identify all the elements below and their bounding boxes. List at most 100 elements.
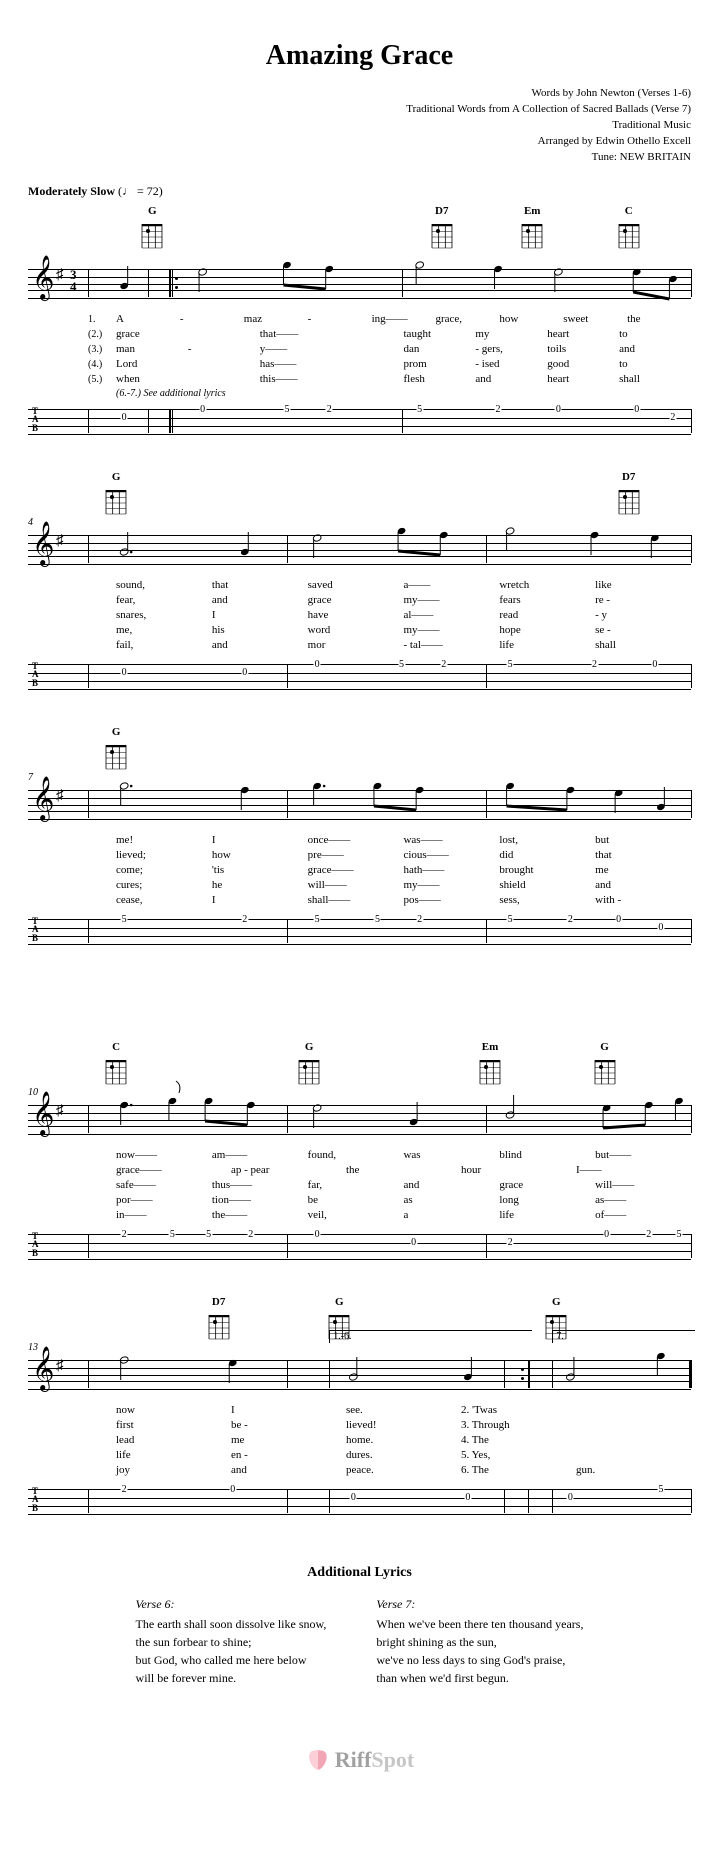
- lyric-line: fail,andmor- tal——lifeshall: [88, 639, 691, 654]
- lyric-syllable: fail,: [116, 639, 212, 651]
- lyric-line: grace——ap - pearthehourI——: [88, 1164, 691, 1179]
- lyric-syllable: come;: [116, 864, 212, 876]
- lyric-syllable: with -: [595, 894, 691, 906]
- lyric-line: lieved;howpre——cious——didthat: [88, 849, 691, 864]
- verse-number: (4.): [88, 359, 116, 370]
- lyric-syllable: and: [212, 594, 308, 606]
- chord-label: G: [112, 471, 121, 483]
- lyric-syllable: am——: [212, 1149, 308, 1161]
- tab-fret-number: 0: [121, 412, 128, 423]
- lyric-syllable: hath——: [403, 864, 499, 876]
- chord-row: G: [28, 726, 691, 774]
- tablature-staff: TAB005252002: [28, 401, 691, 445]
- chord-G: G: [297, 1041, 321, 1086]
- lyric-syllable: re -: [595, 594, 691, 606]
- lyric-syllable: will——: [595, 1179, 691, 1191]
- lyric-syllable: mor: [308, 639, 404, 651]
- lyric-syllable: the: [346, 1164, 461, 1176]
- key-signature: ♯: [56, 1103, 64, 1120]
- lyric-syllable: he: [212, 879, 308, 891]
- chord-label: D7: [622, 471, 635, 483]
- lyric-syllable: that: [595, 849, 691, 861]
- tab-fret-number: 5: [416, 404, 423, 415]
- lyric-syllable: of——: [595, 1209, 691, 1221]
- credit-line: Arranged by Edwin Othello Excell: [28, 134, 691, 150]
- tab-barline: [691, 664, 692, 688]
- lyric-syllable: I: [212, 834, 308, 846]
- tab-fret-number: 2: [669, 412, 676, 423]
- tab-fret-number: 0: [603, 1229, 610, 1240]
- additional-lyric-line: will be forever mine.: [136, 1669, 327, 1687]
- chord-diagram-icon: [207, 1311, 231, 1341]
- chord-label: G: [305, 1041, 314, 1053]
- lyric-syllable: [332, 328, 404, 340]
- footer-logo: RiffSpot: [28, 1747, 691, 1779]
- lyric-syllable: word: [308, 624, 404, 636]
- lyric-line: me!Ionce——was——lost,but: [88, 834, 691, 849]
- lyric-syllable: a: [403, 1209, 499, 1221]
- spacer: [28, 981, 691, 1041]
- tab-fret-number: 2: [241, 914, 248, 925]
- lyric-syllable: I: [231, 1404, 346, 1416]
- tab-fret-number: 0: [241, 667, 248, 678]
- lyric-syllable: long: [499, 1194, 595, 1206]
- lyric-syllable: how: [499, 313, 563, 325]
- lyric-syllable: 3. Through: [461, 1419, 576, 1431]
- lyric-syllable: did: [499, 849, 595, 861]
- tab-fret-number: 5: [657, 1484, 664, 1495]
- lyric-syllable: -: [308, 313, 372, 325]
- tab-barline: [691, 409, 692, 433]
- song-title: Amazing Grace: [28, 40, 691, 72]
- chord-row: G D7 Em C: [28, 205, 691, 253]
- lyric-syllable: 5. Yes,: [461, 1449, 576, 1461]
- chord-diagram-icon: [478, 1056, 502, 1086]
- tab-fret-number: 0: [567, 1492, 574, 1503]
- tab-fret-number: 0: [199, 404, 206, 415]
- treble-clef-icon: 𝄞: [32, 780, 54, 818]
- tab-fret-number: 5: [374, 914, 381, 925]
- lyric-syllable: cease,: [116, 894, 212, 906]
- tablature-staff: TAB200005: [28, 1481, 691, 1525]
- lyric-syllable: my——: [403, 624, 499, 636]
- key-signature: ♯: [56, 1358, 64, 1375]
- tablature-staff: TAB00052520: [28, 656, 691, 700]
- lyric-syllable: have: [308, 609, 404, 621]
- lyric-syllable: but: [595, 834, 691, 846]
- lyric-syllable: grace: [116, 328, 188, 340]
- verse-number: (3.): [88, 344, 116, 355]
- lyric-line: (4.) Lordhas——prom- isedgoodto: [88, 358, 691, 373]
- key-signature: ♯: [56, 533, 64, 550]
- notes-area: [88, 521, 691, 577]
- chord-diagram-icon: [140, 220, 164, 250]
- verse-title: Verse 7:: [376, 1595, 583, 1613]
- lyric-syllable: 4. The: [461, 1434, 576, 1446]
- lyric-line: leadmehome.4. The: [88, 1434, 691, 1449]
- lyric-syllable: fear,: [116, 594, 212, 606]
- lyric-syllable: I: [212, 894, 308, 906]
- lyric-line: in——the——veil,alifeof——: [88, 1209, 691, 1224]
- lyric-syllable: found,: [308, 1149, 404, 1161]
- chord-G: G: [104, 726, 128, 771]
- chord-label: G: [552, 1296, 561, 1308]
- lyric-syllable: will——: [308, 879, 404, 891]
- lyric-syllable: like: [595, 579, 691, 591]
- lyric-syllable: tion——: [212, 1194, 308, 1206]
- tempo-label: Moderately Slow: [28, 184, 115, 198]
- tab-fret-number: 2: [247, 1229, 254, 1240]
- chord-G: G: [104, 471, 128, 516]
- chord-diagram-icon: [104, 741, 128, 771]
- lyric-syllable: lieved!: [346, 1419, 461, 1431]
- lyric-line: firstbe -lieved!3. Through: [88, 1419, 691, 1434]
- lyric-syllable: y——: [260, 343, 332, 355]
- additional-lyric-line: When we've been there ten thousand years…: [376, 1615, 583, 1633]
- tab-fret-number: 5: [205, 1229, 212, 1240]
- lyric-syllable: life: [116, 1449, 231, 1461]
- tab-fret-number: 0: [651, 659, 658, 670]
- brand-mark: RiffSpot: [305, 1747, 414, 1773]
- lyric-syllable: dan: [404, 343, 476, 355]
- lyric-syllable: be -: [231, 1419, 346, 1431]
- chord-label: C: [112, 1041, 120, 1053]
- tab-fret-number: 0: [314, 659, 321, 670]
- chord-label: Em: [524, 205, 541, 217]
- lyric-syllable: shall: [595, 639, 691, 651]
